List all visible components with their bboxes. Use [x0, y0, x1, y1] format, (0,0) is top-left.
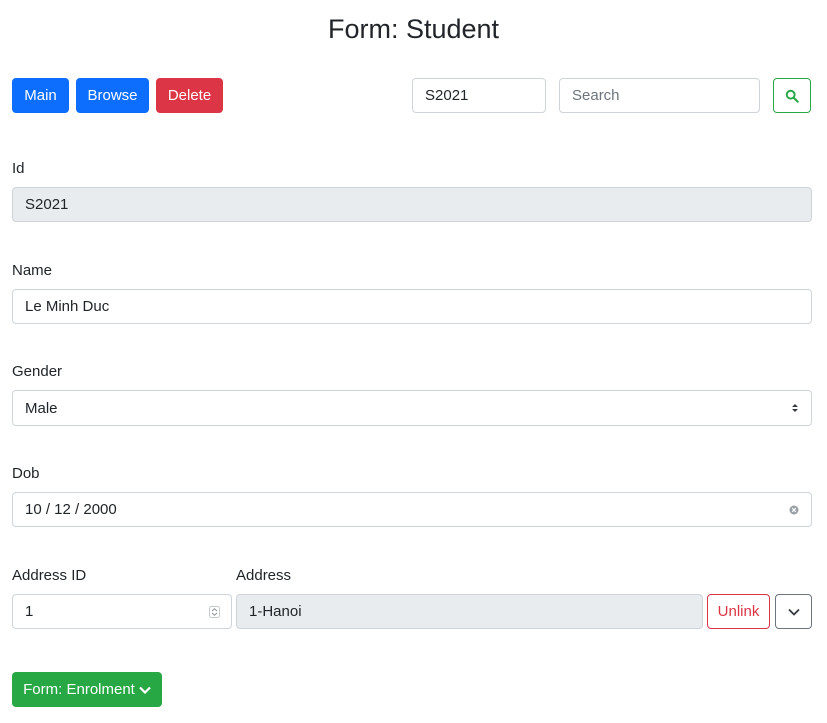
gender-select-value: Male	[25, 399, 58, 417]
select-arrows-icon	[791, 403, 799, 413]
address-label: Address	[236, 567, 292, 584]
browse-button[interactable]: Browse	[76, 78, 149, 113]
name-label: Name	[12, 262, 53, 279]
enrolment-form-button[interactable]: Form: Enrolment	[12, 672, 162, 707]
search-icon	[785, 89, 799, 103]
name-field[interactable]: Le Minh Duc	[12, 289, 812, 324]
chevron-down-icon	[139, 686, 151, 694]
dob-field[interactable]: 10 / 12 / 2000	[12, 492, 812, 527]
address-field: 1-Hanoi	[236, 594, 703, 629]
delete-button[interactable]: Delete	[156, 78, 223, 113]
gender-label: Gender	[12, 363, 63, 380]
address-id-value: 1	[25, 603, 34, 620]
spinner-icon[interactable]	[209, 605, 220, 618]
id-label: Id	[12, 160, 25, 177]
dob-label: Dob	[12, 465, 40, 482]
enrolment-form-label: Form: Enrolment	[23, 681, 135, 698]
gender-select[interactable]: Male	[12, 390, 812, 426]
address-id-label: Address ID	[12, 567, 87, 584]
chevron-down-icon	[787, 608, 800, 616]
dob-value: 10 / 12 / 2000	[25, 501, 117, 518]
address-expand-button[interactable]	[775, 594, 812, 629]
search-input[interactable]: Search	[559, 78, 760, 113]
main-button[interactable]: Main	[12, 78, 69, 113]
page-title: Form: Student	[327, 14, 500, 44]
address-id-field[interactable]: 1	[12, 594, 232, 629]
id-lookup-input[interactable]: S2021	[412, 78, 546, 113]
id-field: S2021	[12, 187, 812, 222]
search-button[interactable]	[773, 78, 811, 113]
unlink-button[interactable]: Unlink	[707, 594, 770, 629]
clear-icon[interactable]	[789, 505, 799, 515]
